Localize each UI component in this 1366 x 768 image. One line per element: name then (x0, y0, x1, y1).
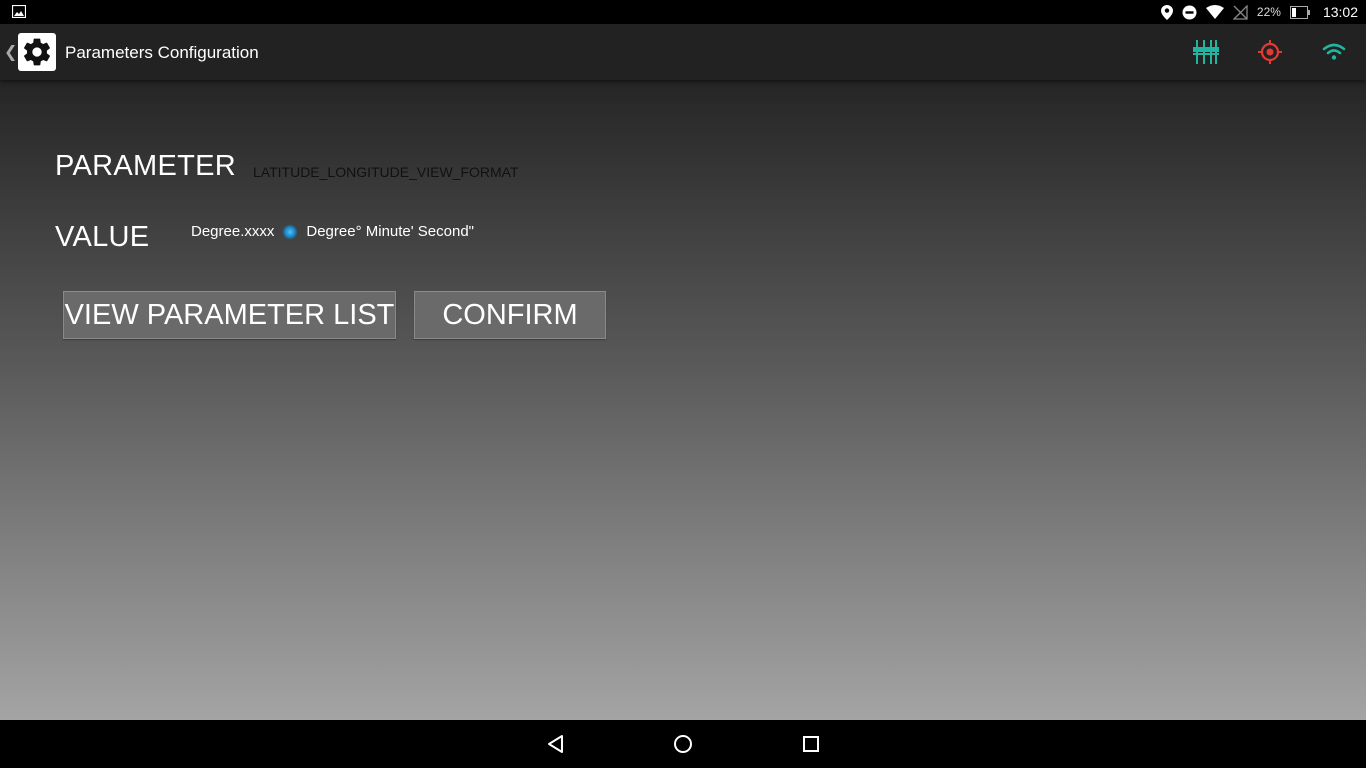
clock: 13:02 (1322, 4, 1358, 20)
content-area: PARAMETER LATITUDE_LONGITUDE_VIEW_FORMAT… (0, 80, 1366, 720)
value-toggle[interactable]: Degree.xxxx Degree° Minute' Second" (191, 223, 474, 240)
status-bar: 22% 13:02 (0, 0, 1366, 24)
option-degree-decimal[interactable]: Degree.xxxx (191, 223, 274, 240)
value-label: VALUE (55, 221, 150, 253)
nav-back-icon[interactable] (544, 732, 568, 756)
location-icon (1160, 4, 1173, 20)
confirm-button[interactable]: CONFIRM (414, 291, 606, 339)
wifi-status-icon (1205, 5, 1224, 19)
do-not-disturb-icon (1182, 5, 1197, 19)
nav-recents-icon[interactable] (799, 732, 823, 756)
action-bar: ❮ Parameters Configuration (0, 24, 1366, 80)
target-crosshair-icon[interactable] (1256, 38, 1284, 66)
toggle-switch-icon[interactable] (284, 225, 297, 238)
settings-gear-icon[interactable] (18, 33, 56, 71)
no-signal-icon (1232, 4, 1248, 20)
image-notification-icon (12, 5, 26, 18)
option-degree-minute-second[interactable]: Degree° Minute' Second" (306, 223, 474, 240)
navigation-bar (0, 720, 1366, 768)
view-parameter-list-button[interactable]: VIEW PARAMETER LIST (63, 291, 396, 339)
back-chevron-icon[interactable]: ❮ (4, 42, 17, 62)
parameter-value: LATITUDE_LONGITUDE_VIEW_FORMAT (253, 164, 519, 180)
battery-icon (1289, 5, 1310, 19)
battery-percent: 22% (1256, 5, 1281, 19)
parameter-label: PARAMETER (55, 150, 237, 182)
sliders-icon[interactable] (1192, 38, 1220, 66)
wifi-icon[interactable] (1320, 38, 1348, 66)
page-title: Parameters Configuration (65, 43, 259, 62)
nav-home-icon[interactable] (671, 732, 695, 756)
